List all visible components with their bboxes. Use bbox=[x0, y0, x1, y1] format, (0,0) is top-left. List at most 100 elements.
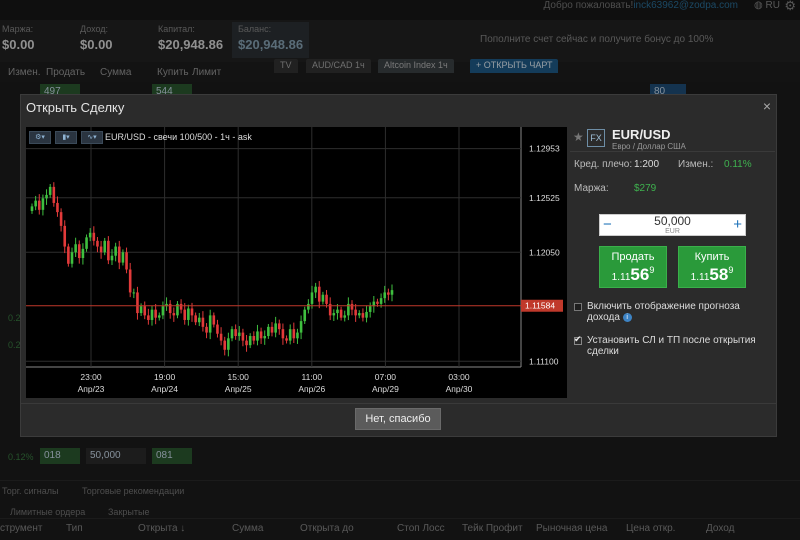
candle-body bbox=[103, 240, 107, 253]
plus-icon[interactable]: + bbox=[733, 216, 742, 233]
candle-body bbox=[157, 315, 161, 318]
change-value: 0.11% bbox=[724, 159, 752, 170]
candle-body bbox=[332, 313, 336, 316]
candle-body bbox=[194, 315, 197, 323]
candle-body bbox=[252, 336, 256, 341]
buy-button[interactable]: Купить 1.11589 bbox=[678, 246, 746, 288]
candle-body bbox=[67, 246, 70, 264]
profit-forecast-label: Включить отображение прогноза дохода i bbox=[587, 301, 740, 323]
candle-body bbox=[379, 298, 383, 304]
amount-stepper[interactable]: − 50,000 EUR + bbox=[599, 214, 746, 236]
profit-forecast-checkbox[interactable] bbox=[574, 303, 582, 311]
x-tick-time: 03:00 bbox=[448, 372, 470, 382]
candle-body bbox=[99, 246, 103, 253]
chart-settings-icon[interactable]: ⚙▾ bbox=[29, 131, 51, 144]
x-tick-time: 11:00 bbox=[301, 372, 322, 382]
candle-body bbox=[63, 225, 67, 247]
sl-tp-checkbox[interactable] bbox=[574, 334, 582, 345]
candle-body bbox=[208, 315, 212, 333]
candle-body bbox=[361, 313, 365, 318]
trade-panel: ★ FX EUR/USD Евро / Доллар США Кред. пле… bbox=[570, 127, 775, 398]
x-tick-date: Апр/24 bbox=[151, 384, 178, 394]
symbol-description: Евро / Доллар США bbox=[612, 142, 686, 151]
candle-body bbox=[219, 333, 223, 341]
close-icon[interactable]: × bbox=[763, 98, 771, 114]
candle-body bbox=[179, 303, 183, 310]
candle-body bbox=[245, 340, 248, 346]
candle-body bbox=[263, 336, 267, 339]
candle-body bbox=[52, 186, 56, 203]
candle-body bbox=[96, 240, 99, 247]
candle-body bbox=[343, 315, 347, 318]
candle-body bbox=[114, 246, 117, 256]
candle-body bbox=[387, 292, 390, 295]
candle-body bbox=[296, 332, 299, 339]
candle-body bbox=[299, 321, 303, 333]
panel-separator bbox=[570, 151, 775, 152]
candle-body bbox=[77, 244, 81, 259]
candle-body bbox=[128, 269, 132, 293]
candle-body bbox=[227, 338, 230, 350]
candlestick-chart[interactable]: 1.12953 1.12525 1.12050 1.11100 23:00 Апр/23 1… bbox=[26, 127, 567, 398]
leverage-label: Кред. плечо: bbox=[574, 159, 633, 170]
x-tick-date: Апр/30 bbox=[446, 384, 473, 394]
sell-button[interactable]: Продать 1.11569 bbox=[599, 246, 667, 288]
star-icon[interactable]: ★ bbox=[573, 130, 584, 144]
candle-body bbox=[368, 306, 372, 312]
candle-body bbox=[183, 309, 187, 320]
amount-value[interactable]: 50,000 bbox=[600, 215, 745, 227]
x-tick-date: Апр/25 bbox=[225, 384, 252, 394]
fx-badge: FX bbox=[587, 129, 605, 147]
candle-body bbox=[147, 315, 150, 320]
candle-body bbox=[281, 329, 285, 339]
candle-body bbox=[107, 240, 110, 261]
change-label: Измен.: bbox=[678, 159, 714, 170]
candle-body bbox=[154, 309, 157, 318]
candle-body bbox=[365, 311, 368, 318]
candle-body bbox=[336, 309, 339, 314]
candle-body bbox=[350, 303, 354, 310]
candle-body bbox=[161, 306, 165, 316]
candle-body bbox=[285, 338, 288, 341]
candle-body bbox=[307, 303, 310, 310]
amount-currency: EUR bbox=[665, 228, 680, 235]
candle-body bbox=[88, 232, 92, 238]
candle-body bbox=[383, 292, 387, 299]
candle-body bbox=[274, 323, 277, 333]
info-icon[interactable]: i bbox=[622, 312, 632, 322]
sl-tp-label: Установить СЛ и ТП после открытия сделки bbox=[587, 335, 756, 357]
candle-body bbox=[230, 329, 234, 339]
x-tick-date: Апр/29 bbox=[372, 384, 399, 394]
candle-body bbox=[139, 306, 143, 314]
candle-body bbox=[34, 200, 37, 207]
candle-body bbox=[125, 252, 128, 270]
no-thanks-button[interactable]: Нет, спасибо bbox=[355, 408, 441, 430]
open-trade-dialog: Открыть Сделку × 1.12953 1.12525 1.12050 1.… bbox=[20, 94, 777, 437]
x-tick-time: 19:00 bbox=[154, 372, 176, 382]
candle-body bbox=[48, 186, 52, 195]
y-tick-label: 1.12050 bbox=[529, 247, 560, 257]
candle-body bbox=[270, 326, 274, 333]
candle-body bbox=[241, 332, 245, 341]
candle-body bbox=[70, 252, 74, 264]
candle-body bbox=[223, 340, 227, 350]
candle-body bbox=[74, 244, 77, 253]
x-tick-time: 15:00 bbox=[228, 372, 250, 382]
candle-body bbox=[187, 308, 190, 320]
candle-body bbox=[201, 317, 205, 327]
candle-body bbox=[314, 286, 317, 293]
candle-body bbox=[30, 206, 34, 211]
candle-body bbox=[237, 332, 241, 337]
chart-type-icon[interactable]: ▮▾ bbox=[55, 131, 77, 144]
candle-body bbox=[357, 313, 361, 316]
x-tick-time: 07:00 bbox=[375, 372, 397, 382]
candle-body bbox=[45, 194, 48, 199]
margin-value: $279 bbox=[634, 183, 657, 194]
dialog-footer-divider bbox=[21, 403, 776, 404]
chart-indicator-icon[interactable]: ∿▾ bbox=[81, 131, 103, 144]
candle-body bbox=[136, 292, 139, 314]
candle-body bbox=[376, 301, 379, 304]
price-chart[interactable]: 1.12953 1.12525 1.12050 1.11100 23:00 Апр/23 1… bbox=[26, 127, 567, 398]
candle-body bbox=[212, 315, 216, 325]
candle-body bbox=[292, 329, 296, 339]
